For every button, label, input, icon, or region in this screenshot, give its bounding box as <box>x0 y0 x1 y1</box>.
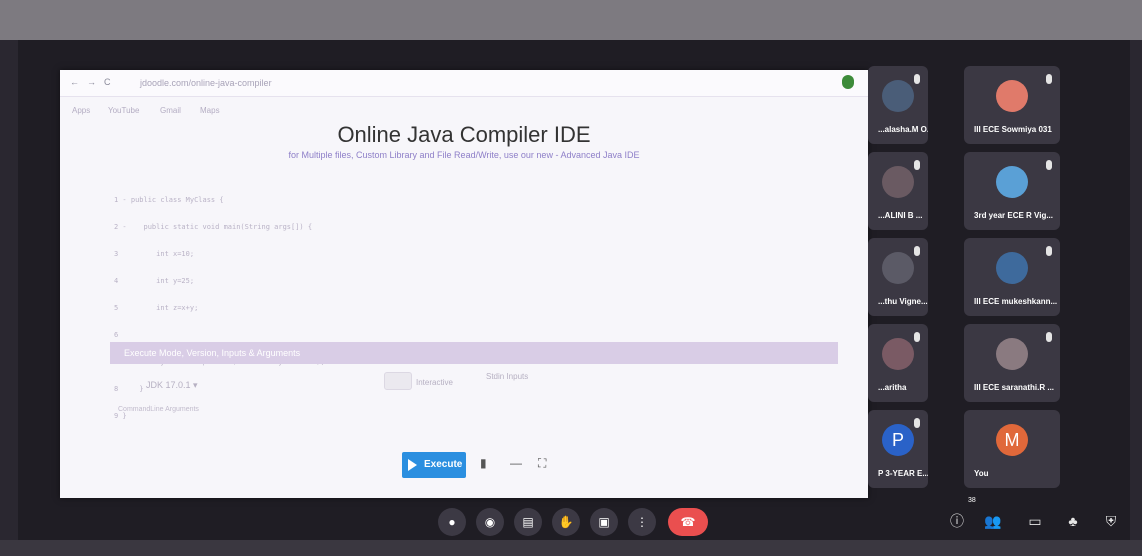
photo-top-band <box>0 0 1142 40</box>
bookmarks-bar: Apps YouTube Gmail Maps <box>60 106 868 120</box>
participant-tile[interactable]: 3rd year ECE R Vig... <box>964 152 1060 230</box>
shared-screen: ←→C jdoodle.com/online-java-compiler App… <box>60 70 868 498</box>
avatar <box>882 80 914 112</box>
code-editor[interactable]: 1 - public class MyClass { 2 - public st… <box>114 178 325 439</box>
bookmark-item[interactable]: Apps <box>72 106 90 115</box>
play-icon <box>408 459 417 471</box>
mic-icon <box>1046 332 1052 342</box>
code-line: 3 int x=10; <box>114 250 195 258</box>
browser-urlbar: ←→C jdoodle.com/online-java-compiler <box>60 70 868 97</box>
execute-label: Execute <box>424 459 463 470</box>
participant-name: 3rd year ECE R Vig... <box>974 211 1053 220</box>
execute-button[interactable]: Execute <box>402 452 466 478</box>
interactive-toggle[interactable] <box>384 372 412 390</box>
mic-icon <box>914 418 920 428</box>
code-line: 9 } <box>114 412 127 420</box>
bookmark-item[interactable]: Gmail <box>160 106 181 115</box>
participant-name: III ECE saranathi.R ... <box>974 383 1055 392</box>
participant-tile[interactable]: ...alasha.M O... <box>868 66 928 144</box>
execute-options-bar[interactable]: Execute Mode, Version, Inputs & Argument… <box>110 342 838 364</box>
people-icon[interactable]: 👥 <box>982 510 1004 532</box>
bookmark-item[interactable]: YouTube <box>108 106 139 115</box>
participant-name: ...aritha <box>878 383 907 392</box>
code-line: 2 - public static void main(String args[… <box>114 223 313 231</box>
avatar <box>882 166 914 198</box>
participant-tile[interactable]: ...thu Vigne... <box>868 238 928 316</box>
participant-tile[interactable]: P P 3-YEAR E... <box>868 410 928 488</box>
extension-icon[interactable] <box>842 75 854 89</box>
participant-tile[interactable]: III ECE Sowmiya 031 <box>964 66 1060 144</box>
participant-name: ...alasha.M O... <box>878 125 928 134</box>
page-title: Online Java Compiler IDE <box>337 122 591 147</box>
activities-icon[interactable]: ♣ <box>1062 510 1084 532</box>
page-subtitle[interactable]: for Multiple files, Custom Library and F… <box>60 150 868 160</box>
avatar: M <box>996 424 1028 456</box>
code-line: 4 int y=25; <box>114 277 195 285</box>
avatar <box>996 252 1028 284</box>
mic-icon <box>914 332 920 342</box>
bookmark-item[interactable]: Maps <box>200 106 220 115</box>
code-line: 6 <box>114 331 119 339</box>
participant-tile[interactable]: ...ALINI B ... <box>868 152 928 230</box>
end-call-button[interactable]: ☎ <box>668 508 708 536</box>
participant-tile[interactable]: M You <box>964 410 1060 488</box>
mic-icon <box>914 246 920 256</box>
mic-icon <box>1046 160 1052 170</box>
cmd-args-label: CommandLine Arguments <box>118 406 199 413</box>
chat-icon[interactable]: ▭ <box>1024 510 1046 532</box>
participant-count-badge: 38 <box>968 497 976 504</box>
stdin-label: Stdin Inputs <box>486 372 529 381</box>
browser-nav-icons[interactable]: ←→C <box>70 77 119 87</box>
participant-name: ...ALINI B ... <box>878 211 923 220</box>
participant-name: P 3-YEAR E... <box>878 469 928 478</box>
minus-icon[interactable]: — <box>510 456 522 470</box>
participant-name: III ECE Sowmiya 031 <box>974 125 1052 134</box>
avatar <box>996 166 1028 198</box>
participant-name: ...thu Vigne... <box>878 297 928 306</box>
host-controls-icon[interactable]: ⛨ <box>1100 510 1122 532</box>
mic-icon <box>914 74 920 84</box>
code-line: 1 - public class MyClass { <box>114 196 224 204</box>
participant-name: III ECE mukeshkann... <box>974 297 1058 306</box>
mic-icon <box>1046 246 1052 256</box>
photo-bottom-band <box>0 540 1142 556</box>
interactive-label: Interactive <box>416 378 453 387</box>
info-icon[interactable]: ⓘ <box>946 510 968 532</box>
avatar: P <box>882 424 914 456</box>
participant-tile[interactable]: III ECE saranathi.R ... <box>964 324 1060 402</box>
mic-icon[interactable]: ● <box>438 508 466 536</box>
participant-name: You <box>974 469 989 478</box>
mic-icon <box>1046 74 1052 84</box>
participant-tile[interactable]: ...aritha <box>868 324 928 402</box>
mic-icon <box>914 160 920 170</box>
avatar <box>996 80 1028 112</box>
avatar <box>882 252 914 284</box>
file-icon[interactable]: ▮ <box>480 456 487 470</box>
present-icon[interactable]: ▣ <box>590 508 618 536</box>
code-line: 5 int z=x+y; <box>114 304 199 312</box>
jdk-select[interactable]: JDK 17.0.1 ▾ <box>146 380 198 391</box>
more-options-icon[interactable]: ⋮ <box>628 508 656 536</box>
avatar <box>996 338 1028 370</box>
captions-icon[interactable]: ▤ <box>514 508 542 536</box>
raise-hand-icon[interactable]: ✋ <box>552 508 580 536</box>
address-bar[interactable]: jdoodle.com/online-java-compiler <box>140 78 272 88</box>
fullscreen-icon[interactable]: ⛶ <box>538 456 546 471</box>
execute-options-label: Execute Mode, Version, Inputs & Argument… <box>124 348 301 358</box>
camera-icon[interactable]: ◉ <box>476 508 504 536</box>
participant-tile[interactable]: III ECE mukeshkann... <box>964 238 1060 316</box>
avatar <box>882 338 914 370</box>
